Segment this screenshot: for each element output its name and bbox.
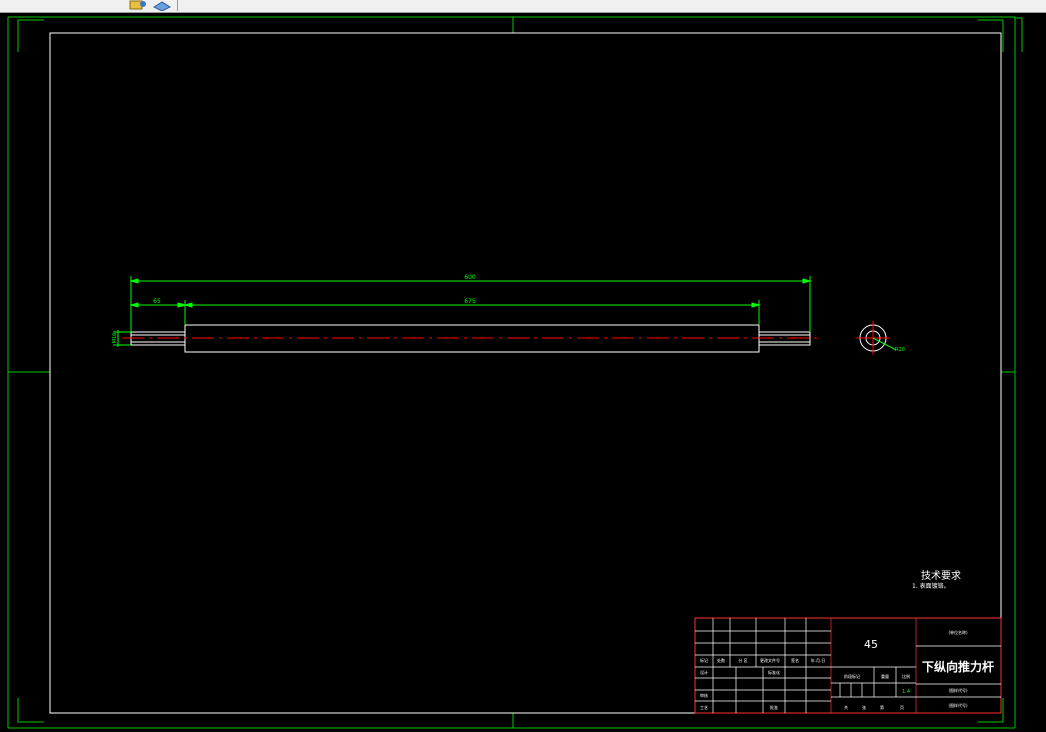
title-block-drawing-no: (图样代号) (948, 687, 968, 693)
title-block-drawing-no-2: (图样代号) (948, 702, 968, 708)
title-block-scale: 1:4 (902, 689, 910, 695)
header-standardize: 标准化 (768, 669, 780, 675)
header-weight: 重量 (881, 673, 889, 679)
dim-middle-section: 675 (464, 298, 476, 305)
folder-tool-icon[interactable] (128, 0, 150, 11)
header-date: 年.月.日 (811, 657, 826, 663)
header-stage-mark: 阶段标记 (844, 673, 860, 679)
cad-drawing-canvas[interactable]: 600 65 675 M16 R20 技术要求 1. 表面镀铬。 45 下纵向推… (0, 12, 1046, 732)
circle-callout-label: R20 (895, 347, 905, 353)
header-review: 审核 (700, 692, 708, 698)
dim-overall-length: 600 (464, 274, 476, 281)
drawing-frame (49, 32, 1002, 714)
layer-tool-icon[interactable] (152, 0, 174, 11)
header-total: 共 (844, 704, 848, 710)
header-process: 工艺 (700, 705, 708, 710)
header-ratio: 比例 (902, 673, 910, 679)
dim-end-diameter: M16 (112, 333, 118, 344)
header-sheets: 张 (862, 704, 866, 710)
tech-requirements-title: 技术要求 (921, 569, 961, 582)
title-block-part-name: 下纵向推力杆 (922, 659, 994, 674)
tech-requirements-item: 1. 表面镀铬。 (912, 582, 950, 590)
header-change-doc: 更改文件号 (760, 657, 780, 663)
header-signature: 签名 (791, 657, 799, 663)
header-count: 处数 (717, 657, 725, 663)
header-design: 设计 (700, 669, 708, 675)
header-zone: 分 区 (738, 657, 747, 663)
title-block-org: (单位名称) (948, 629, 968, 635)
dim-left-end: 65 (153, 298, 161, 305)
header-page: 页 (900, 705, 904, 710)
header-sheet-no: 第 (880, 704, 884, 710)
header-mark: 标记 (700, 657, 708, 663)
sheet-margin-lines (7, 16, 1023, 729)
dimension-lines (113, 276, 812, 347)
title-block-material: 45 (864, 638, 878, 651)
toolbar-separator (177, 0, 178, 11)
header-approve: 批准 (770, 704, 778, 710)
